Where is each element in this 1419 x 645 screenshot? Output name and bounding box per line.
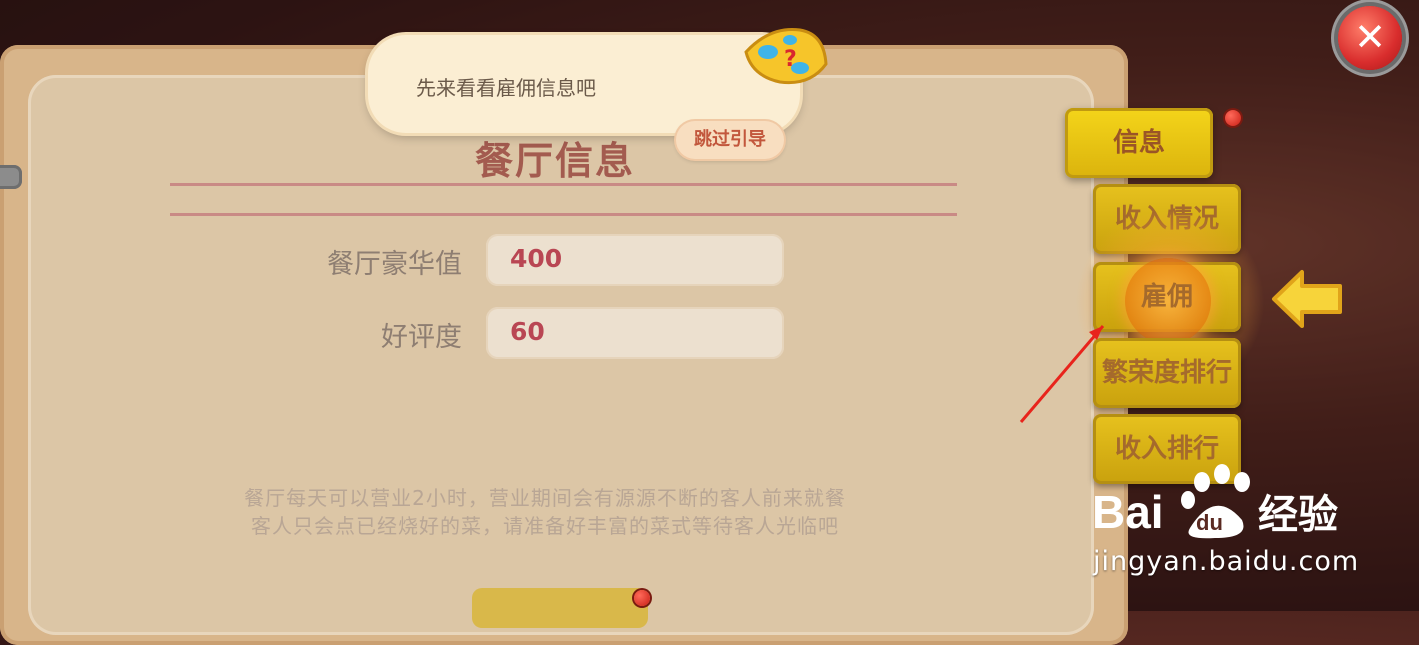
svg-text:?: ? bbox=[784, 47, 797, 72]
bottom-action-button[interactable] bbox=[472, 588, 648, 628]
luxury-label: 餐厅豪华值 bbox=[327, 249, 462, 280]
luxury-value: 400 bbox=[510, 244, 563, 273]
close-button[interactable]: ✕ bbox=[1338, 6, 1402, 70]
annotation-arrow-icon bbox=[1019, 325, 1105, 423]
rating-value-box: 60 bbox=[486, 307, 784, 359]
close-icon: ✕ bbox=[1354, 15, 1386, 59]
title-divider-top bbox=[170, 183, 957, 186]
mascot-icon: ? bbox=[744, 27, 828, 85]
svg-text:du: du bbox=[1196, 510, 1223, 535]
skip-guide-button[interactable]: 跳过引导 bbox=[676, 121, 784, 159]
description-line-2: 客人只会点已经烧好的菜，请准备好丰富的菜式等待客人光临吧 bbox=[251, 514, 839, 538]
tab-prosperity-ranking[interactable]: 繁荣度排行 bbox=[1093, 338, 1241, 408]
description-line-1: 餐厅每天可以营业2小时，营业期间会有源源不断的客人前来就餐 bbox=[244, 486, 846, 510]
svg-text:经验: 经验 bbox=[1258, 492, 1338, 538]
rating-label: 好评度 bbox=[381, 322, 462, 353]
guide-bubble: 先来看看雇佣信息吧 bbox=[368, 35, 800, 133]
luxury-value-box: 400 bbox=[486, 234, 784, 286]
tab-info[interactable]: 信息 bbox=[1065, 108, 1213, 178]
tab-hire-label: 雇佣 bbox=[1140, 282, 1193, 312]
svg-text:Bai: Bai bbox=[1092, 486, 1164, 538]
panel-title: 餐厅信息 bbox=[475, 139, 636, 183]
binder-ring bbox=[0, 165, 22, 189]
title-divider-bottom bbox=[170, 213, 957, 216]
bottom-button-badge bbox=[634, 590, 650, 606]
pointing-arrow-icon bbox=[1272, 270, 1342, 328]
tab-info-badge bbox=[1225, 110, 1241, 126]
rating-value: 60 bbox=[510, 317, 545, 346]
guide-message: 先来看看雇佣信息吧 bbox=[416, 76, 596, 100]
watermark-url: jingyan.baidu.com bbox=[1093, 546, 1360, 577]
